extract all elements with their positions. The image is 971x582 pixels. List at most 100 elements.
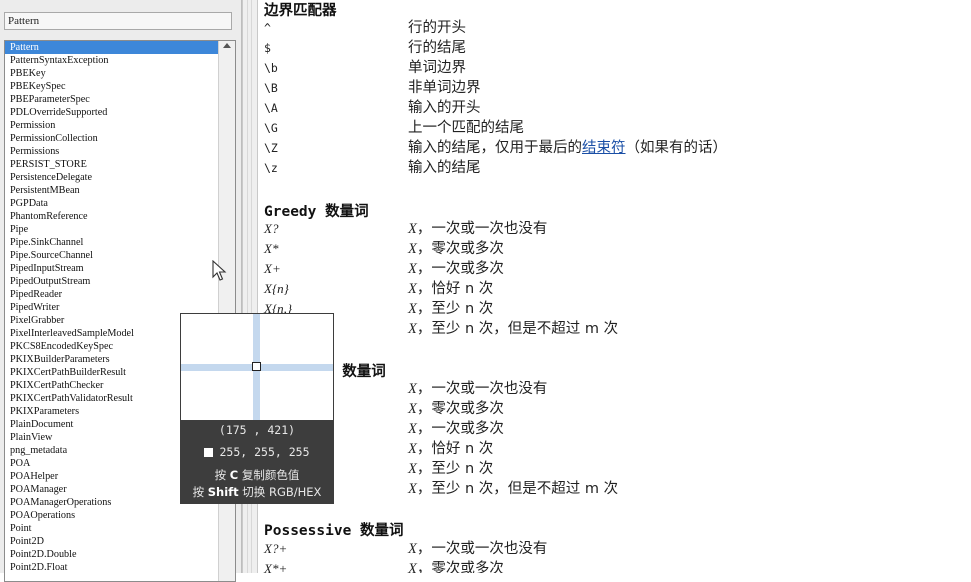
- construct-description: X，一次或一次也没有: [408, 539, 547, 559]
- variable-x: X: [408, 541, 417, 557]
- construct-row: X，至少 n 次: [262, 459, 962, 479]
- construct-code: \G: [264, 121, 278, 135]
- construct-row: X，至少 n 次，但是不超过 m 次: [262, 319, 962, 339]
- construct-description: X，一次或一次也没有: [408, 219, 547, 239]
- class-list-item[interactable]: Pipe: [5, 223, 235, 236]
- class-list-item[interactable]: PipedReader: [5, 288, 235, 301]
- class-search-input[interactable]: Pattern: [4, 12, 232, 30]
- description-text: 零次或多次: [431, 401, 504, 417]
- class-list-item[interactable]: POAOperations: [5, 509, 235, 522]
- description-text: （如果有的话）: [625, 140, 728, 156]
- section-title-possessive: Possessive 数量词: [264, 523, 404, 539]
- description-text: 至少 n 次: [431, 461, 494, 477]
- color-swatch: [204, 448, 214, 457]
- class-list-item[interactable]: Point2D.Float: [5, 561, 235, 574]
- construct-description: X，至少 n 次: [408, 299, 493, 319]
- construct-description: X，零次或多次: [408, 239, 504, 259]
- separator: ，: [416, 461, 432, 477]
- construct-code: \b: [264, 61, 278, 75]
- construct-code: X?: [264, 221, 279, 236]
- construct-code: X+: [264, 261, 281, 276]
- description-text: 输入的结尾: [408, 160, 481, 176]
- description-text: 行的开头: [408, 20, 466, 36]
- hint-switch-suffix: 切换 RGB/HEX: [242, 485, 322, 499]
- class-list-item[interactable]: PGPData: [5, 197, 235, 210]
- separator: ，: [416, 401, 432, 417]
- construct-row: X{n,} X，至少 n 次: [262, 299, 962, 319]
- class-list-item[interactable]: Point: [5, 522, 235, 535]
- construct-description: 输入的结尾: [408, 158, 481, 178]
- construct-row: X，一次或一次也没有: [262, 379, 962, 399]
- scroll-up-arrow-icon[interactable]: [223, 43, 231, 48]
- class-list-item[interactable]: PersistentMBean: [5, 184, 235, 197]
- class-list-item[interactable]: PermissionCollection: [5, 132, 235, 145]
- class-list-item[interactable]: PBEKeySpec: [5, 80, 235, 93]
- class-list-item[interactable]: Permission: [5, 119, 235, 132]
- hint-copy-prefix: 按: [214, 468, 227, 482]
- construct-description: X，至少 n 次，但是不超过 m 次: [408, 479, 618, 499]
- line-terminator-link[interactable]: 结束符: [582, 140, 626, 156]
- class-list-item[interactable]: Pattern: [5, 41, 219, 54]
- separator: ，: [416, 561, 432, 573]
- construct-code: \Z: [264, 141, 278, 155]
- class-list-item[interactable]: PatternSyntaxException: [5, 54, 235, 67]
- description-text: 零次或多次: [431, 241, 504, 257]
- class-list-item[interactable]: PipedOutputStream: [5, 275, 235, 288]
- construct-description: 非单词边界: [408, 78, 481, 98]
- construct-description: X，零次或多次: [408, 399, 504, 419]
- construct-description: X，至少 n 次: [408, 459, 493, 479]
- separator: ，: [416, 441, 432, 457]
- class-list-item[interactable]: PDLOverrideSupported: [5, 106, 235, 119]
- class-list-item[interactable]: Pipe.SourceChannel: [5, 249, 235, 262]
- construct-row: \b 单词边界: [262, 58, 962, 78]
- construct-description: 输入的开头: [408, 98, 481, 118]
- class-list-item[interactable]: Point2D: [5, 535, 235, 548]
- class-list-item[interactable]: PBEKey: [5, 67, 235, 80]
- description-text: 零次或多次: [431, 561, 504, 573]
- picker-hint-copy: 按 C 复制颜色值: [180, 467, 334, 483]
- construct-row: X?+ X，一次或一次也没有: [262, 539, 962, 559]
- section-title-boundary: 边界匹配器: [264, 3, 337, 19]
- description-text: 恰好 n 次: [431, 441, 494, 457]
- variable-x: X: [408, 281, 417, 297]
- variable-x: X: [408, 221, 417, 237]
- construct-description: 输入的结尾，仅用于最后的结束符（如果有的话）: [408, 138, 727, 158]
- class-list-item[interactable]: PipedInputStream: [5, 262, 235, 275]
- separator: ，: [416, 301, 432, 317]
- construct-row: \G 上一个匹配的结尾: [262, 118, 962, 138]
- construct-row: X{n} X，恰好 n 次: [262, 279, 962, 299]
- variable-x: X: [408, 441, 417, 457]
- separator: ，: [416, 281, 432, 297]
- crosshair-center-box: [252, 362, 261, 371]
- construct-row: X+ X，一次或多次: [262, 259, 962, 279]
- class-list-item[interactable]: PBEParameterSpec: [5, 93, 235, 106]
- construct-code: X{n}: [264, 281, 289, 296]
- class-list-item[interactable]: Point2D.Double: [5, 548, 235, 561]
- construct-row: \B 非单词边界: [262, 78, 962, 98]
- description-text: 恰好 n 次: [431, 281, 494, 297]
- construct-row: X*+ X，零次或多次: [262, 559, 962, 573]
- class-list-item[interactable]: PersistenceDelegate: [5, 171, 235, 184]
- picker-rgb-row: 255, 255, 255: [180, 445, 334, 459]
- class-list-item[interactable]: Permissions: [5, 145, 235, 158]
- construct-description: X，恰好 n 次: [408, 279, 493, 299]
- picker-rgb-value: 255, 255, 255: [219, 445, 310, 459]
- class-list-item[interactable]: PhantomReference: [5, 210, 235, 223]
- separator: ，: [416, 481, 432, 497]
- description-text: 上一个匹配的结尾: [408, 120, 524, 136]
- construct-description: 行的开头: [408, 18, 466, 38]
- construct-description: X，一次或一次也没有: [408, 379, 547, 399]
- separator: ，: [416, 421, 432, 437]
- picker-hint-switch: 按 Shift 切换 RGB/HEX: [180, 484, 334, 500]
- class-list-item[interactable]: PERSIST_STORE: [5, 158, 235, 171]
- separator: ，: [416, 541, 432, 557]
- separator: ，: [416, 381, 432, 397]
- construct-description: 单词边界: [408, 58, 466, 78]
- construct-code: X*+: [264, 561, 288, 573]
- hint-copy-suffix: 复制颜色值: [241, 468, 300, 482]
- variable-x: X: [408, 241, 417, 257]
- construct-code: \A: [264, 101, 278, 115]
- variable-x: X: [408, 321, 417, 337]
- class-list-item[interactable]: Pipe.SinkChannel: [5, 236, 235, 249]
- construct-description: 行的结尾: [408, 38, 466, 58]
